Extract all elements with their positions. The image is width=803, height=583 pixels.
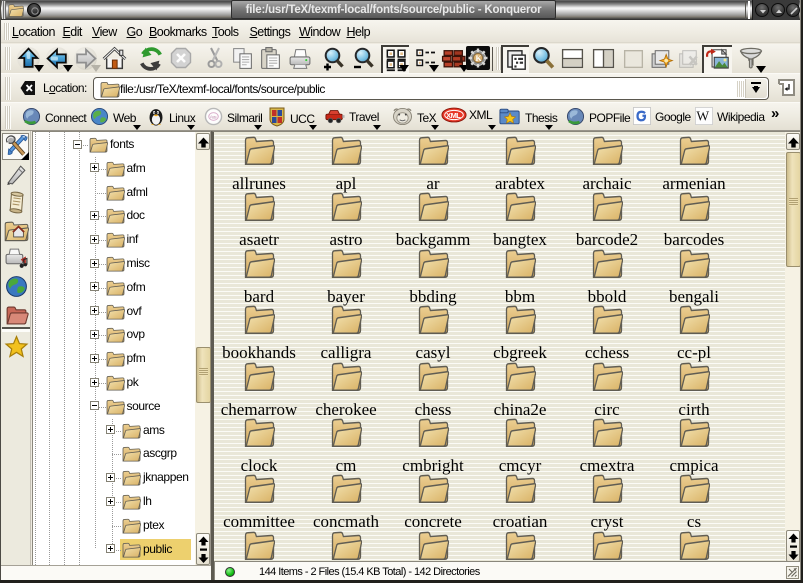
svg-text:K: K <box>476 54 483 63</box>
svg-text:XML: XML <box>446 111 461 120</box>
svg-text:W: W <box>696 109 709 124</box>
svg-text:Ass: Ass <box>210 114 218 120</box>
